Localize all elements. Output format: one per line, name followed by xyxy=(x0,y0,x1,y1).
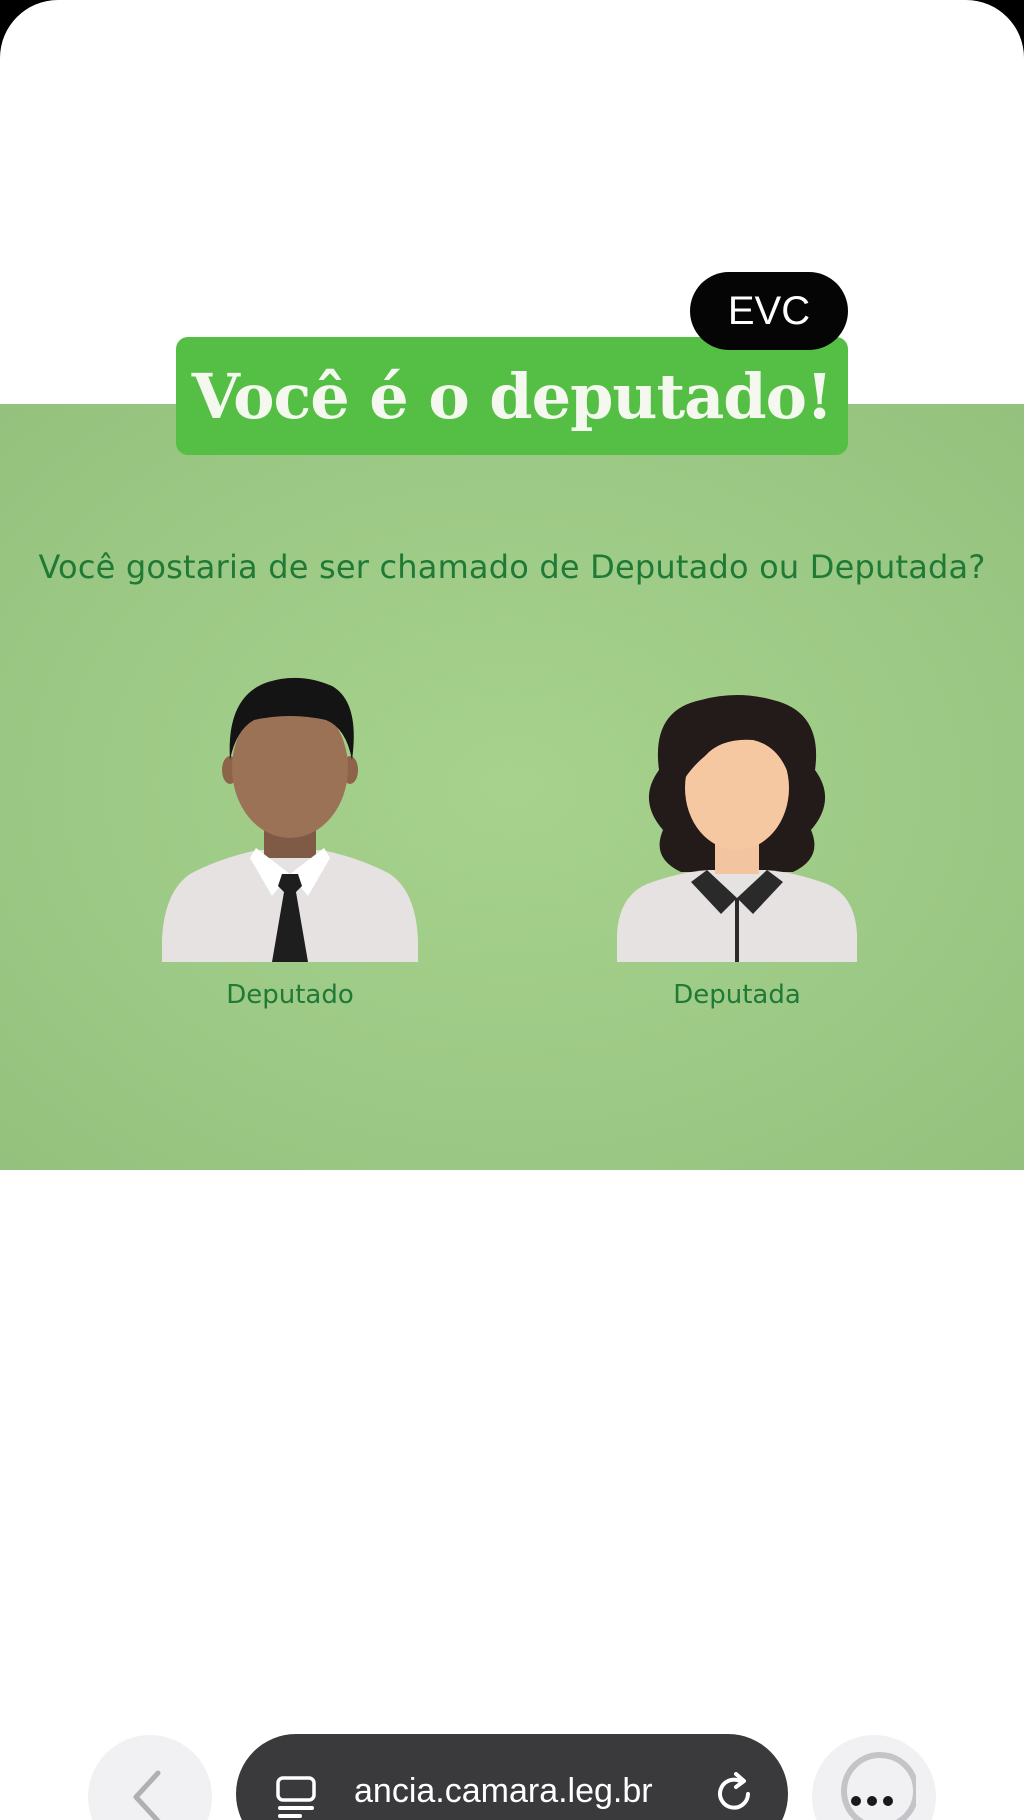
more-dots-icon xyxy=(841,1752,916,1820)
reload-icon[interactable] xyxy=(710,1770,758,1818)
url-text: ancia.camara.leg.br xyxy=(354,1772,653,1810)
tabs-icon xyxy=(276,1776,316,1818)
chevron-left-icon xyxy=(133,1770,161,1820)
back-button[interactable] xyxy=(88,1735,212,1820)
option-label-deputada: Deputada xyxy=(673,980,801,1010)
more-button[interactable] xyxy=(812,1735,936,1820)
option-deputada[interactable]: Deputada xyxy=(597,660,877,1020)
address-bar[interactable]: ancia.camara.leg.br xyxy=(236,1734,788,1820)
evc-badge: EVC xyxy=(690,272,848,350)
option-label-deputado: Deputado xyxy=(226,980,354,1010)
evc-badge-label: EVC xyxy=(727,288,811,333)
phone-screen: Você gostaria de ser chamado de Deputado… xyxy=(0,0,1024,1820)
banner-title: Você é o deputado! xyxy=(191,359,833,433)
option-deputado[interactable]: Deputado xyxy=(150,660,430,1020)
male-avatar-icon xyxy=(162,677,418,962)
question-text: Você gostaria de ser chamado de Deputado… xyxy=(38,548,986,586)
female-avatar-icon xyxy=(617,695,857,962)
title-banner: Você é o deputado! xyxy=(176,337,848,455)
